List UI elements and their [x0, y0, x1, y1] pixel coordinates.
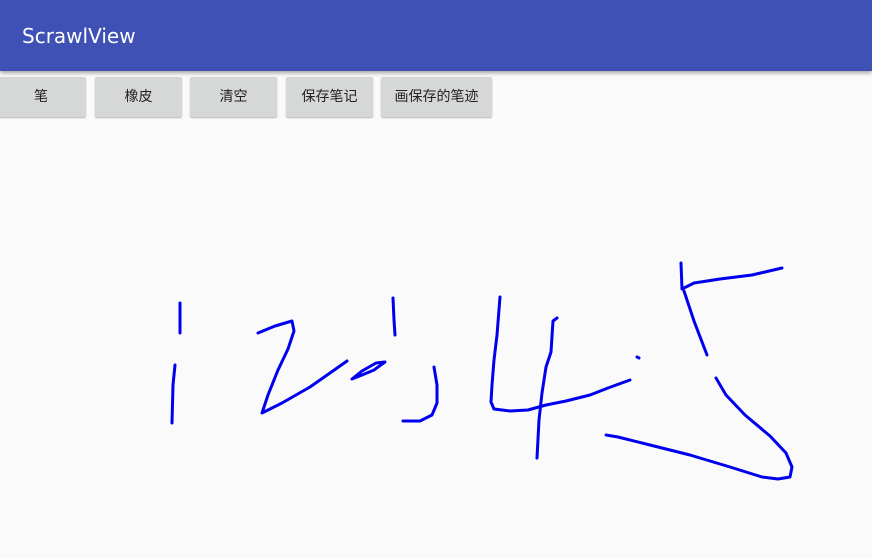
- stroke-digit-5-curve: [604, 376, 794, 481]
- stroke-digit-1-bottom: [170, 363, 177, 425]
- drawing-canvas[interactable]: [0, 125, 872, 559]
- eraser-button[interactable]: 橡皮: [95, 77, 182, 117]
- app-window: ScrawlView 笔 橡皮 清空 保存笔记 画保存的笔迹: [0, 0, 872, 559]
- stroke-digit-3-bottom: [401, 365, 439, 423]
- stroke-digit-3-top: [391, 296, 397, 337]
- stroke-digit-3-middle: [350, 360, 387, 381]
- tool-buttons: 笔 橡皮 清空 保存笔记 画保存的笔迹: [0, 77, 872, 117]
- stroke-digit-4-left: [489, 295, 632, 413]
- stroke-digit-2: [256, 319, 349, 415]
- app-title: ScrawlView: [22, 24, 136, 48]
- save-note-button[interactable]: 保存笔记: [286, 77, 373, 117]
- drawing-surface[interactable]: [0, 125, 872, 559]
- stroke-digit-4-dot: [635, 355, 641, 360]
- pen-button[interactable]: 笔: [0, 77, 86, 117]
- clear-button[interactable]: 清空: [190, 77, 277, 117]
- stroke-digit-5-side: [682, 289, 709, 357]
- draw-saved-strokes-button[interactable]: 画保存的笔迹: [381, 77, 492, 117]
- stroke-digit-4-stem: [535, 316, 559, 460]
- app-bar: ScrawlView: [0, 0, 872, 71]
- stroke-digit-5-top: [679, 261, 784, 291]
